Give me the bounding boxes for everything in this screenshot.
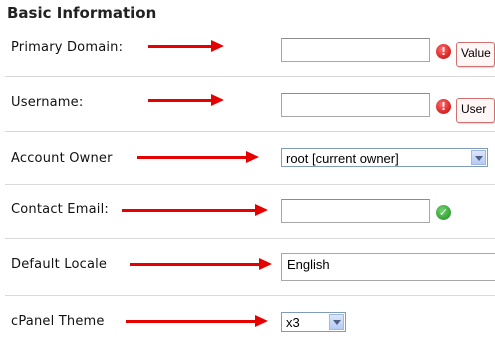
primary-domain-input[interactable] (281, 38, 430, 62)
validation-tooltip-domain: Value (456, 42, 495, 67)
checkmark-icon: ✓ (436, 205, 451, 220)
error-icon: ! (436, 99, 451, 114)
arrow-cpanel-theme (126, 315, 268, 327)
primary-domain-label: Primary Domain: (11, 40, 124, 55)
cpanel-theme-select[interactable]: x3 (281, 312, 346, 332)
contact-email-label: Contact Email: (11, 202, 109, 217)
cpanel-theme-label: cPanel Theme (11, 314, 105, 329)
row-divider (5, 184, 495, 185)
default-locale-field[interactable]: English (281, 253, 495, 281)
username-label: Username: (11, 95, 84, 110)
arrow-primary-domain (148, 40, 224, 52)
contact-email-input[interactable] (281, 199, 430, 223)
account-owner-label: Account Owner (11, 151, 113, 166)
row-divider (5, 238, 495, 239)
chevron-down-icon[interactable] (329, 314, 344, 330)
account-owner-select[interactable]: root [current owner] (281, 148, 488, 167)
error-icon: ! (436, 44, 451, 59)
arrow-contact-email (122, 204, 268, 216)
cpanel-theme-value: x3 (286, 315, 300, 330)
arrow-account-owner (137, 151, 259, 163)
chevron-down-icon[interactable] (471, 150, 486, 165)
row-divider (5, 295, 495, 296)
arrow-default-locale (130, 258, 272, 270)
row-divider (5, 131, 495, 132)
row-divider (5, 76, 495, 77)
arrow-username (148, 94, 224, 106)
validation-tooltip-username: User (456, 98, 495, 123)
default-locale-label: Default Locale (11, 257, 108, 272)
account-owner-value: root [current owner] (286, 151, 399, 166)
username-input[interactable] (281, 93, 430, 117)
section-title: Basic Information (7, 4, 157, 22)
